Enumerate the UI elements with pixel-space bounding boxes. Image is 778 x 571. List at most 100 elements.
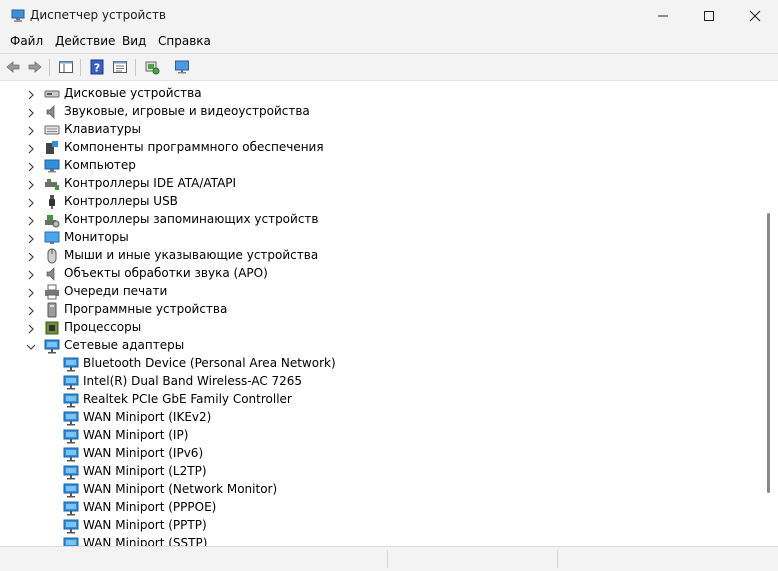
chevron-right-icon[interactable] — [26, 251, 36, 262]
scan-hardware-button[interactable] — [143, 58, 161, 76]
scan-hardware-icon — [145, 61, 160, 75]
toolbar-separator — [80, 59, 81, 76]
network-adapter-icon — [63, 356, 79, 372]
menu-file[interactable]: Файл — [10, 34, 43, 48]
menu-action[interactable]: Действие — [55, 34, 115, 48]
chevron-right-icon[interactable] — [26, 197, 36, 208]
device-tree: Дисковые устройства Звуковые, игровые и в… — [0, 80, 778, 547]
menu-help[interactable]: Справка — [158, 34, 211, 48]
tree-category-row[interactable]: Контроллеры USB — [0, 193, 760, 211]
tree-category-row[interactable]: Компоненты программного обеспечения — [0, 139, 760, 157]
tree-category-row[interactable]: Клавиатуры — [0, 121, 760, 139]
tree-category-row[interactable]: Контроллеры запоминающих устройств — [0, 211, 760, 229]
chevron-right-icon[interactable] — [26, 215, 36, 226]
network-adapter-item[interactable]: Realtek PCIe GbE Family Controller — [0, 391, 760, 409]
network-adapter-icon — [63, 518, 79, 534]
maximize-button[interactable] — [686, 0, 732, 32]
network-adapter-item[interactable]: Bluetooth Device (Personal Area Network) — [0, 355, 760, 373]
toolbar-separator — [49, 59, 50, 76]
network-adapter-icon — [63, 446, 79, 462]
close-button[interactable] — [732, 0, 778, 32]
chevron-right-icon[interactable] — [26, 323, 36, 334]
tree-category-row[interactable]: Объекты обработки звука (APO) — [0, 265, 760, 283]
tree-category-label: Контроллеры USB — [64, 194, 178, 208]
tree-category-label: Сетевые адаптеры — [64, 338, 185, 352]
properties-button[interactable] — [111, 58, 129, 76]
tree-category-label: Мониторы — [64, 230, 129, 244]
printer-icon — [44, 284, 60, 300]
properties-pane-icon — [59, 61, 73, 73]
network-adapter-item[interactable]: Intel(R) Dual Band Wireless-AC 7265 — [0, 373, 760, 391]
network-adapter-label: WAN Miniport (L2TP) — [83, 464, 207, 478]
menu-view[interactable]: Вид — [122, 34, 146, 48]
title-bar: Диспетчер устройств — [0, 0, 778, 32]
chevron-right-icon[interactable] — [26, 107, 36, 118]
forward-button[interactable] — [26, 58, 44, 76]
network-adapter-icon — [44, 338, 60, 354]
chevron-right-icon[interactable] — [26, 269, 36, 280]
network-adapter-item[interactable]: WAN Miniport (PPTP) — [0, 517, 760, 535]
show-hide-console-tree-button[interactable] — [57, 58, 75, 76]
chevron-down-icon[interactable] — [26, 341, 36, 351]
computer-icon — [44, 158, 60, 174]
tree-category-label: Процессоры — [64, 320, 142, 334]
network-adapter-item[interactable]: WAN Miniport (PPPOE) — [0, 499, 760, 517]
tree-category-row[interactable]: Процессоры — [0, 319, 760, 337]
chevron-right-icon[interactable] — [26, 305, 36, 316]
network-adapter-label: WAN Miniport (Network Monitor) — [83, 482, 278, 496]
network-adapter-icon — [63, 428, 79, 444]
tree-category-label: Очереди печати — [64, 284, 168, 298]
tree-category-row[interactable]: Звуковые, игровые и видеоустройства — [0, 103, 760, 121]
tree-category-row[interactable]: Программные устройства — [0, 301, 760, 319]
maximize-icon — [704, 11, 714, 21]
network-adapter-item[interactable]: WAN Miniport (IP) — [0, 427, 760, 445]
tree-category-row[interactable]: Очереди печати — [0, 283, 760, 301]
tree-category-label: Контроллеры запоминающих устройств — [64, 212, 319, 226]
help-icon: ? — [90, 59, 104, 75]
chevron-right-icon[interactable] — [26, 89, 36, 100]
tree-category-label: Компьютер — [64, 158, 136, 172]
tree-category-label: Дисковые устройства — [64, 86, 202, 100]
chevron-right-icon[interactable] — [26, 179, 36, 190]
network-adapter-icon — [63, 482, 79, 498]
tree-category-label: Звуковые, игровые и видеоустройства — [64, 104, 310, 118]
properties-icon — [113, 61, 127, 73]
monitor-button[interactable] — [173, 58, 191, 76]
keyboard-icon — [44, 122, 60, 138]
chevron-right-icon[interactable] — [26, 287, 36, 298]
close-icon — [749, 10, 761, 22]
device-manager-icon — [11, 9, 25, 23]
tree-category-row[interactable]: Контроллеры IDE ATA/ATAPI — [0, 175, 760, 193]
network-adapter-icon — [63, 500, 79, 516]
network-adapter-label: WAN Miniport (IPv6) — [83, 446, 204, 460]
network-adapter-item[interactable]: WAN Miniport (IPv6) — [0, 445, 760, 463]
tree-category-label: Компоненты программного обеспечения — [64, 140, 324, 154]
chevron-right-icon[interactable] — [26, 233, 36, 244]
tree-category-row[interactable]: Мониторы — [0, 229, 760, 247]
help-button[interactable]: ? — [88, 58, 106, 76]
tree-category-row[interactable]: Компьютер — [0, 157, 760, 175]
network-adapter-item[interactable]: WAN Miniport (Network Monitor) — [0, 481, 760, 499]
network-adapter-label: WAN Miniport (IP) — [83, 428, 189, 442]
minimize-icon — [658, 15, 668, 17]
minimize-button[interactable] — [640, 0, 686, 32]
chevron-right-icon[interactable] — [26, 143, 36, 154]
network-adapter-label: WAN Miniport (IKEv2) — [83, 410, 212, 424]
tree-category-row[interactable]: Сетевые адаптеры — [0, 337, 760, 355]
tree-category-row[interactable]: Дисковые устройства — [0, 85, 760, 103]
network-adapter-item[interactable]: WAN Miniport (L2TP) — [0, 463, 760, 481]
network-adapter-label: WAN Miniport (PPTP) — [83, 518, 207, 532]
network-adapter-item[interactable]: WAN Miniport (IKEv2) — [0, 409, 760, 427]
usb-icon — [44, 194, 60, 210]
back-button[interactable] — [4, 58, 22, 76]
chevron-right-icon[interactable] — [26, 125, 36, 136]
menu-bar: Файл Действие Вид Справка — [0, 32, 778, 53]
tree-category-label: Мыши и иные указывающие устройства — [64, 248, 319, 262]
tree-category-row[interactable]: Мыши и иные указывающие устройства — [0, 247, 760, 265]
scrollbar-thumb[interactable] — [767, 213, 770, 493]
tree-category-label: Клавиатуры — [64, 122, 141, 136]
network-adapter-label: Bluetooth Device (Personal Area Network) — [83, 356, 336, 370]
chevron-right-icon[interactable] — [26, 161, 36, 172]
tree-category-label: Программные устройства — [64, 302, 228, 316]
audio-processing-icon — [44, 266, 60, 282]
